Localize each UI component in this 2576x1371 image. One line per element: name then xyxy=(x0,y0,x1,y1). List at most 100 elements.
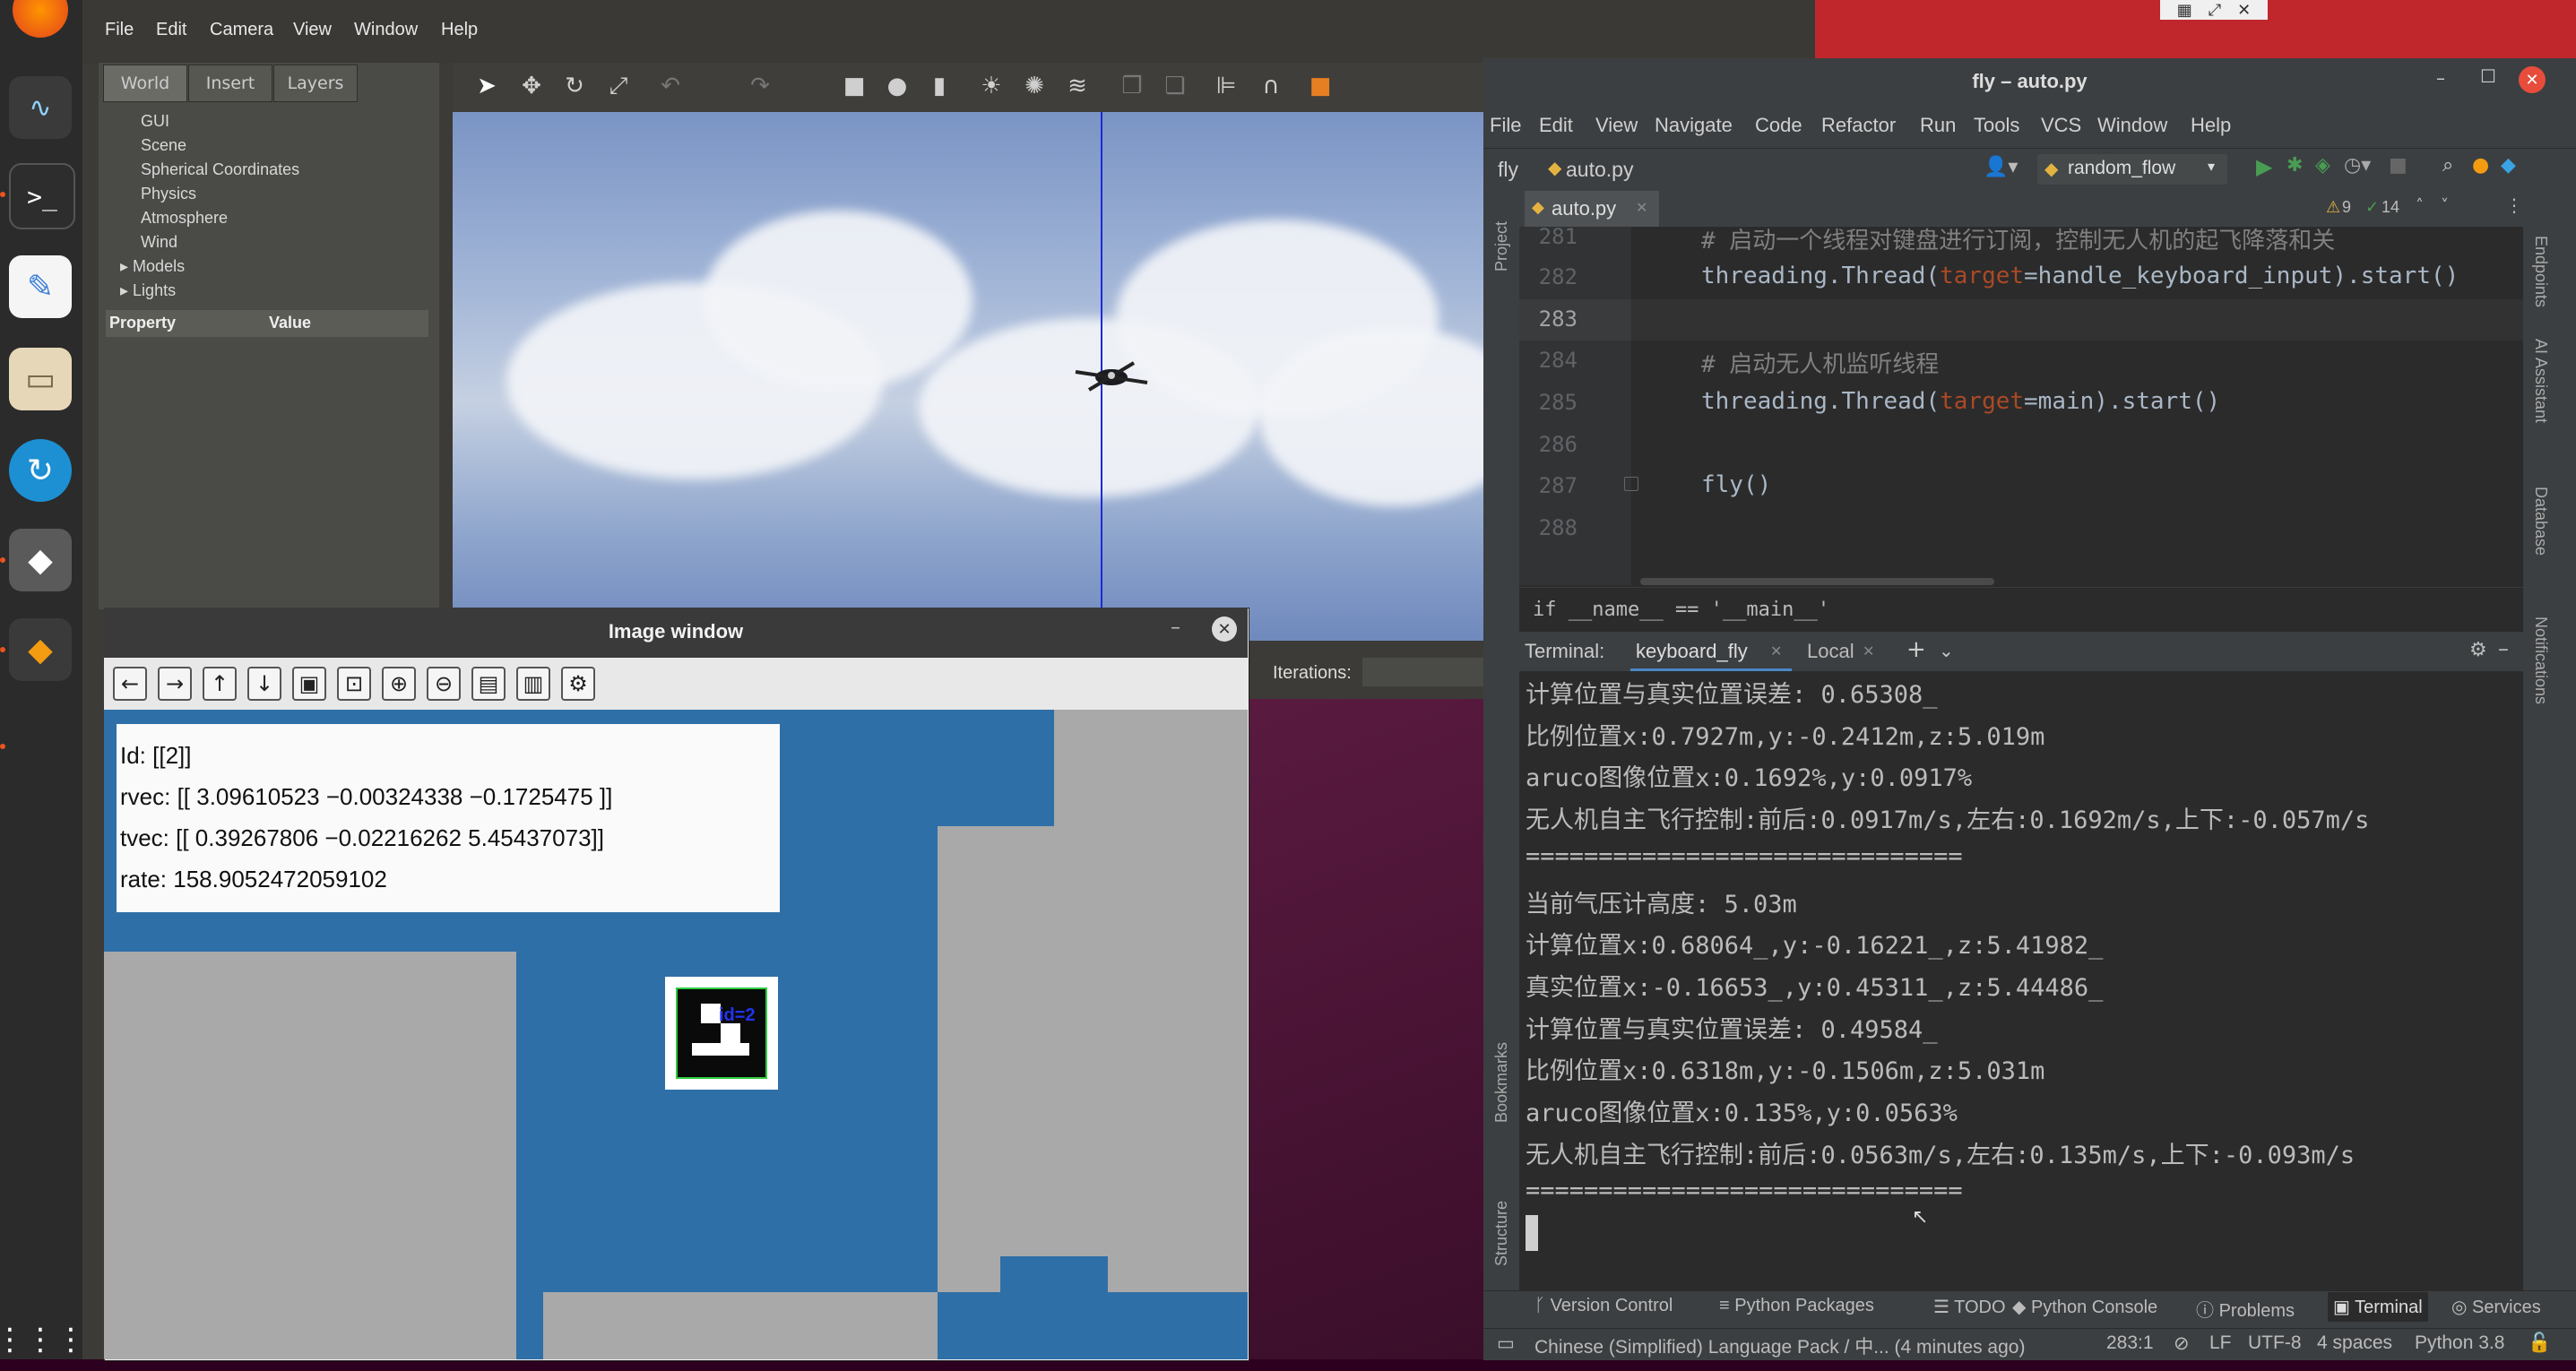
change-view-icon[interactable]: ■ xyxy=(1304,70,1336,102)
minimize-icon[interactable]: – xyxy=(2436,67,2445,89)
text-editor-icon[interactable]: ✎ xyxy=(9,255,72,318)
tree-item-scene[interactable]: Scene xyxy=(141,136,186,155)
terminal-tab-local[interactable]: Local ✕ xyxy=(1802,632,1882,671)
tree-item-physics[interactable]: Physics xyxy=(141,185,196,203)
code-breadcrumb[interactable]: if __name__ == '__main__' xyxy=(1533,599,1829,621)
expand-arrow-icon[interactable]: ▸ xyxy=(120,257,133,275)
menu-view[interactable]: View xyxy=(293,20,332,40)
ide-menu-view[interactable]: View xyxy=(1595,114,1638,137)
system-monitor-icon[interactable]: ∿ xyxy=(9,76,72,139)
tree-item-atmosphere[interactable]: Atmosphere xyxy=(141,209,228,228)
tree-item-spherical-coordinates[interactable]: Spherical Coordinates xyxy=(141,160,299,179)
tab-close-icon[interactable]: ✕ xyxy=(1770,642,1782,660)
status-message[interactable]: Chinese (Simplified) Language Pack / 中..… xyxy=(1534,1332,2025,1359)
zoom-original-icon[interactable]: ⊡ xyxy=(337,667,371,701)
prev-highlight-icon[interactable]: ˄ xyxy=(2416,196,2424,215)
ide-menu-edit[interactable]: Edit xyxy=(1539,114,1573,137)
gear-icon[interactable]: ⚙ xyxy=(2469,639,2487,661)
next-highlight-icon[interactable]: ˅ xyxy=(2441,196,2449,215)
caret-position[interactable]: 283:1 xyxy=(2106,1332,2154,1354)
readonly-icon[interactable]: ⊘ xyxy=(2174,1332,2190,1355)
snap-icon[interactable]: ∩ xyxy=(1255,70,1287,102)
indent-setting[interactable]: 4 spaces xyxy=(2317,1332,2392,1354)
zoom-fit-icon[interactable]: ▣ xyxy=(292,667,326,701)
lock-icon[interactable]: 🔓 xyxy=(2528,1332,2551,1354)
jetbrains-icon[interactable]: ◆ xyxy=(2501,154,2516,177)
menu-window[interactable]: Window xyxy=(354,20,418,40)
maximize-icon[interactable]: ☐ xyxy=(2480,65,2496,87)
drone-model[interactable] xyxy=(1071,356,1152,395)
tree-item-wind[interactable]: Wind xyxy=(141,233,177,252)
toolwin-terminal[interactable]: ▣ Terminal xyxy=(2328,1292,2428,1322)
close-icon[interactable]: ✕ xyxy=(2519,66,2546,93)
database-tool-tab[interactable]: Database xyxy=(2531,487,2550,556)
line-separator[interactable]: LF xyxy=(2209,1332,2232,1354)
ide-menu-refactor[interactable]: Refactor xyxy=(1821,114,1896,137)
tab-layers[interactable]: Layers xyxy=(273,65,358,102)
toolwin-todo[interactable]: ☰ TODO xyxy=(1933,1296,2006,1318)
copy-icon[interactable]: ❐ xyxy=(1116,70,1148,102)
endpoints-tool-tab[interactable]: Endpoints xyxy=(2531,236,2550,307)
ai-assistant-tool-tab[interactable]: AI Assistant xyxy=(2531,339,2550,423)
point-light-icon[interactable]: ☀ xyxy=(975,70,1007,102)
save-icon[interactable]: ▤ xyxy=(471,667,506,701)
zoom-in-icon[interactable]: ⊕ xyxy=(382,667,416,701)
copy-clipboard-icon[interactable]: ▥ xyxy=(516,667,550,701)
terminal-icon[interactable]: >_ xyxy=(9,163,75,229)
spot-light-icon[interactable]: ✺ xyxy=(1018,70,1050,102)
undo-icon[interactable]: ↶ xyxy=(654,70,687,102)
profile-icon[interactable]: ◷▾ xyxy=(2344,154,2371,177)
pan-down-icon[interactable]: ↓ xyxy=(247,667,281,701)
notifications-tool-tab[interactable]: Notifications xyxy=(2531,617,2550,704)
image-window-titlebar[interactable]: Image window – ✕ xyxy=(104,608,1248,658)
chevron-down-icon[interactable]: ⌄ xyxy=(1939,640,1954,661)
properties-icon[interactable]: ⚙ xyxy=(561,667,595,701)
debug-icon[interactable]: ✱ xyxy=(2286,154,2303,177)
toolwin-services[interactable]: ◎ Services xyxy=(2451,1296,2541,1318)
structure-tool-tab[interactable]: Structure xyxy=(1492,1201,1511,1266)
firefox-icon[interactable] xyxy=(13,0,68,38)
toolwin-python-console[interactable]: ◆ Python Console xyxy=(2012,1296,2157,1318)
gazebo-icon[interactable]: ◆ xyxy=(9,618,72,681)
pycharm-titlebar[interactable]: fly – auto.py – ☐ ✕ xyxy=(1483,58,2576,105)
breadcrumb-file[interactable]: auto.py xyxy=(1566,158,1633,182)
hide-panel-icon[interactable]: – xyxy=(2498,636,2509,661)
ide-menu-file[interactable]: File xyxy=(1490,114,1521,137)
redo-icon[interactable]: ↷ xyxy=(744,70,776,102)
ide-menu-tools[interactable]: Tools xyxy=(1974,114,2019,137)
editor-hscrollbar[interactable] xyxy=(1640,578,1994,585)
show-apps-icon[interactable]: ⋮⋮⋮ xyxy=(0,1308,86,1371)
tab-close-icon[interactable]: ✕ xyxy=(1636,199,1647,216)
run-icon[interactable]: ▶ xyxy=(2256,154,2272,179)
tab-close-icon[interactable]: ✕ xyxy=(1863,642,1874,660)
rotate-icon[interactable]: ↻ xyxy=(558,70,591,102)
fold-marker-icon[interactable] xyxy=(1624,477,1638,491)
menu-edit[interactable]: Edit xyxy=(156,20,186,40)
ide-menu-navigate[interactable]: Navigate xyxy=(1655,114,1733,137)
toolwin-version-control[interactable]: ᚴ Version Control xyxy=(1534,1296,1673,1316)
align-icon[interactable]: ⊫ xyxy=(1210,70,1242,102)
tree-item-lights[interactable]: ▸ Lights xyxy=(120,281,176,300)
grid-icon[interactable]: ▦ xyxy=(2177,1,2192,20)
tree-item-gui[interactable]: GUI xyxy=(141,112,169,131)
search-icon[interactable]: ⌕ xyxy=(2442,154,2453,177)
menu-help[interactable]: Help xyxy=(441,20,478,40)
add-terminal-icon[interactable]: + xyxy=(1906,636,1926,663)
more-options-icon[interactable]: ⋮ xyxy=(2505,194,2523,216)
run-config-dropdown[interactable]: ◆ random_flow ▾ xyxy=(2037,154,2227,185)
project-tool-tab[interactable]: Project xyxy=(1492,221,1511,272)
pycharm-icon[interactable]: ◆ xyxy=(9,529,72,591)
minimize-icon[interactable]: – xyxy=(1171,617,1180,639)
files-icon[interactable]: ▭ xyxy=(9,348,72,410)
warning-icon[interactable]: ⚠ xyxy=(2326,198,2340,217)
translate-icon[interactable]: ✥ xyxy=(515,70,548,102)
ide-menu-window[interactable]: Window xyxy=(2097,114,2167,137)
gazebo-3d-viewport[interactable] xyxy=(453,112,1483,641)
pan-left-icon[interactable]: ← xyxy=(113,667,147,701)
close-icon[interactable]: ✕ xyxy=(2237,1,2251,20)
stop-icon[interactable]: ■ xyxy=(2389,154,2407,177)
update-icon[interactable]: ● xyxy=(2472,154,2489,177)
user-icon[interactable]: 👤▾ xyxy=(1984,156,2018,178)
box-shape-icon[interactable]: ■ xyxy=(838,70,870,102)
sphere-shape-icon[interactable]: ● xyxy=(881,70,913,102)
